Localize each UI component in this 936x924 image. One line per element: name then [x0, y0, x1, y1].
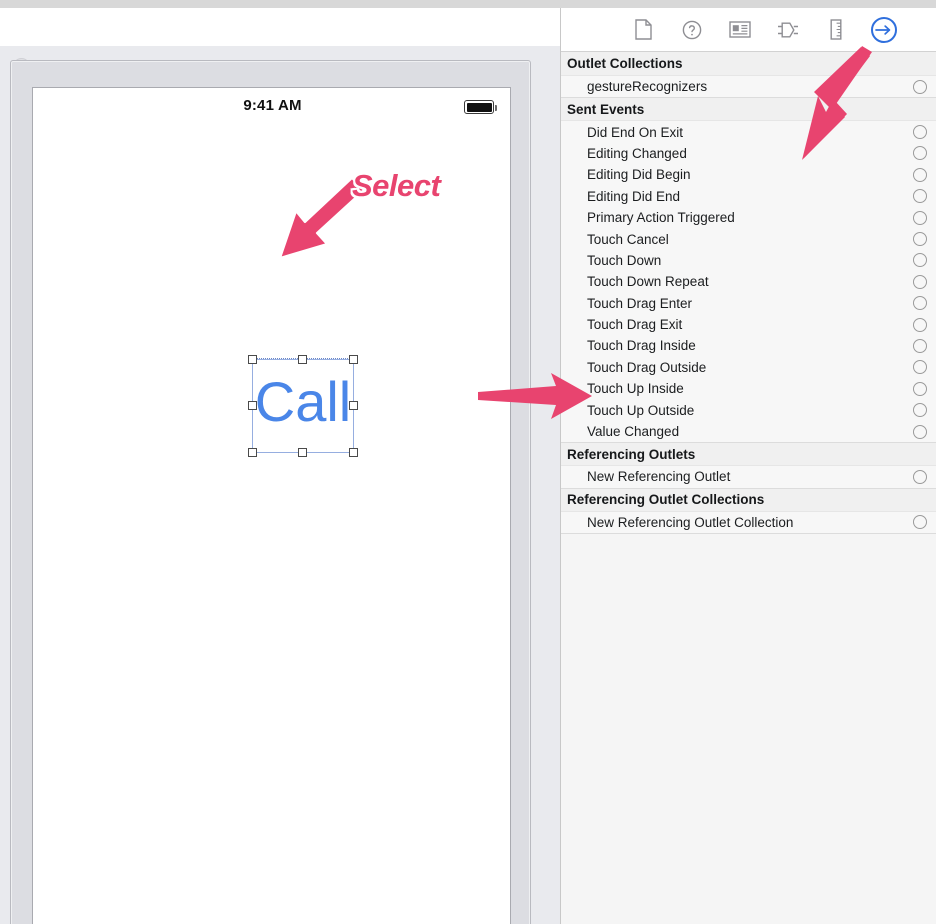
inspector-tab-file-inspector[interactable] [629, 15, 659, 45]
inspector-tab-size[interactable] [821, 15, 851, 45]
connection-well[interactable] [913, 79, 927, 94]
selected-call-button[interactable]: Call [248, 355, 358, 457]
connection-row-label: Touch Drag Enter [587, 295, 693, 311]
connection-row[interactable]: Did End On Exit [561, 121, 936, 143]
connections-list[interactable]: Outlet Collections gestureRecognizers Sent… [561, 52, 936, 924]
connection-row[interactable]: Value Changed [561, 420, 936, 443]
connection-row-label: New Referencing Outlet [587, 469, 731, 485]
resize-handle-middle-left[interactable] [248, 401, 257, 410]
connection-well[interactable] [913, 253, 927, 268]
connection-well[interactable] [913, 515, 927, 530]
connection-row-label: Touch Drag Outside [587, 359, 707, 375]
connections-list-empty-area [561, 533, 936, 854]
connection-well[interactable] [913, 274, 927, 289]
connection-well[interactable] [913, 210, 927, 225]
connection-row[interactable]: Touch Drag Enter [561, 292, 936, 314]
ruler-icon [829, 19, 843, 40]
battery-icon [464, 100, 497, 114]
resize-handle-top-right[interactable] [349, 355, 358, 364]
connection-row-label: Editing Did End [587, 188, 681, 204]
connection-row-label: Editing Did Begin [587, 167, 691, 183]
connection-well[interactable] [913, 424, 927, 439]
connection-row[interactable]: New Referencing Outlet [561, 466, 936, 488]
connection-row-label: Primary Action Triggered [587, 210, 735, 226]
connection-well[interactable] [913, 317, 927, 332]
connection-row[interactable]: Touch Down Repeat [561, 271, 936, 293]
connection-row-label: gestureRecognizers [587, 79, 708, 95]
section-header: Outlet Collections [561, 52, 936, 76]
question-mark-icon [682, 20, 702, 40]
connection-row[interactable]: Editing Changed [561, 142, 936, 165]
device-screen[interactable]: 9:41 AM Call [32, 87, 511, 924]
connection-row-label: Editing Changed [587, 145, 687, 161]
connection-row[interactable]: Touch Drag Inside [561, 335, 936, 357]
connection-well[interactable] [913, 296, 927, 311]
annotation-select-label: Select [352, 168, 441, 203]
arrow-circle-icon [870, 16, 897, 43]
connection-row-label: Touch Down Repeat [587, 274, 709, 290]
inspector-tab-attributes[interactable] [773, 15, 803, 45]
inspector-tab-quick-help[interactable] [677, 15, 707, 45]
connection-well[interactable] [913, 338, 927, 353]
interface-builder-canvas[interactable]: ✕ 9:41 AM Call [0, 8, 561, 924]
call-button-label: Call [254, 370, 352, 433]
document-icon [635, 19, 652, 40]
inspector-tab-bar [561, 8, 936, 52]
connection-well[interactable] [913, 125, 927, 140]
connection-well[interactable] [913, 167, 927, 182]
connection-well[interactable] [913, 189, 927, 204]
slider-tag-icon [777, 20, 799, 40]
resize-handle-top-center[interactable] [298, 355, 307, 364]
connection-well[interactable] [913, 381, 927, 396]
resize-handle-bottom-left[interactable] [248, 448, 257, 457]
connection-well[interactable] [913, 403, 927, 418]
section-header: Referencing Outlets [561, 442, 936, 467]
connection-row[interactable]: Touch Up Outside [561, 399, 936, 421]
connection-row-label: Touch Drag Exit [587, 317, 683, 333]
status-bar: 9:41 AM [33, 88, 512, 122]
connection-well[interactable] [913, 360, 927, 375]
connection-row[interactable]: Editing Did End [561, 185, 936, 207]
connection-row-label: Touch Up Outside [587, 402, 695, 418]
connection-row[interactable]: Editing Did Begin [561, 164, 936, 186]
connection-row[interactable]: Primary Action Triggered [561, 206, 936, 229]
id-card-icon [728, 21, 751, 38]
resize-handle-top-left[interactable] [248, 355, 257, 364]
connection-row-label: Touch Drag Inside [587, 338, 696, 354]
status-bar-time: 9:41 AM [243, 97, 302, 114]
device-frame: 9:41 AM Call [10, 60, 531, 924]
connection-row[interactable]: Touch Drag Outside [561, 356, 936, 379]
connections-inspector-panel: Outlet Collections gestureRecognizers Sent… [561, 8, 936, 924]
connection-row-label: Touch Down [587, 252, 662, 268]
connection-row-label: Value Changed [587, 424, 680, 440]
connection-row[interactable]: Touch Cancel [561, 228, 936, 250]
section-header: Sent Events [561, 97, 936, 122]
resize-handle-middle-right[interactable] [349, 401, 358, 410]
connection-well[interactable] [913, 232, 927, 247]
connection-row-label: New Referencing Outlet Collection [587, 514, 794, 530]
app-window: ✕ 9:41 AM Call [0, 0, 936, 924]
connection-row-label: Touch Cancel [587, 231, 669, 247]
connection-well[interactable] [913, 146, 927, 161]
resize-handle-bottom-center[interactable] [298, 448, 307, 457]
window-top-strip [0, 0, 936, 8]
inspector-tab-connections[interactable] [869, 15, 899, 45]
connection-row-label: Touch Up Inside [587, 381, 684, 397]
connection-row[interactable]: gestureRecognizers [561, 76, 936, 98]
section-header: Referencing Outlet Collections [561, 487, 936, 512]
connection-row-label: Did End On Exit [587, 124, 684, 140]
connection-row[interactable]: Touch Up Inside [561, 378, 936, 400]
inspector-tab-identity[interactable] [725, 15, 755, 45]
resize-handle-bottom-right[interactable] [349, 448, 358, 457]
connection-row[interactable]: New Referencing Outlet Collection [561, 511, 936, 534]
connection-row[interactable]: Touch Down [561, 249, 936, 272]
connection-well[interactable] [913, 469, 927, 484]
connection-row[interactable]: Touch Drag Exit [561, 313, 936, 336]
